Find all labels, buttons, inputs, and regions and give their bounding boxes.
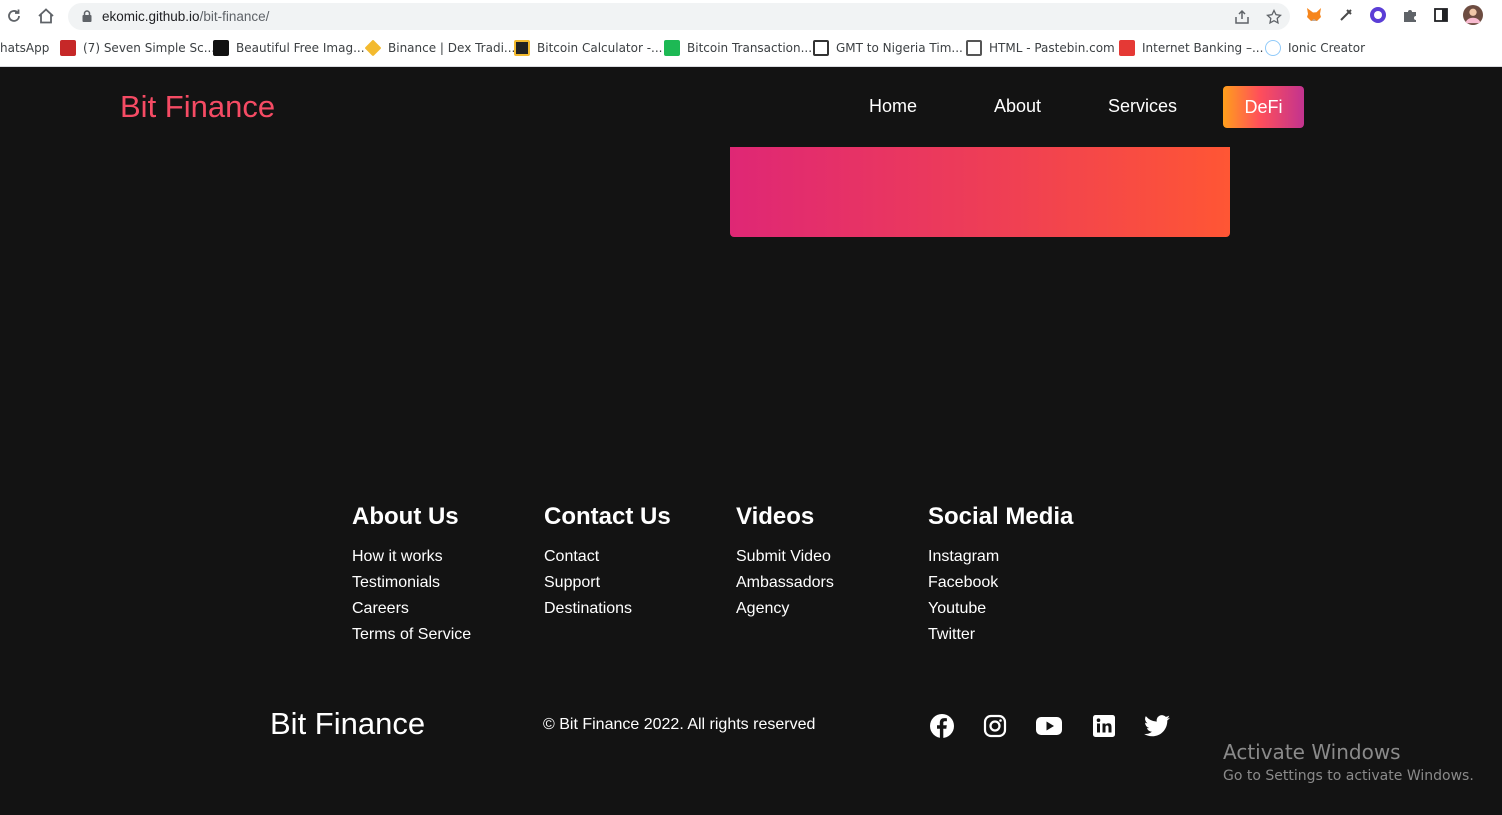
- footer-column-videos: Videos Submit Video Ambassadors Agency: [736, 503, 834, 622]
- bookmark-item[interactable]: HTML - Pastebin.com: [966, 39, 1115, 57]
- bookmark-favicon-icon: [813, 40, 829, 56]
- nav-home[interactable]: Home: [869, 96, 917, 117]
- url-text: ekomic.github.io/bit-finance/: [102, 9, 270, 24]
- footer-column-title: Social Media: [928, 503, 1074, 530]
- bookmark-favicon-icon: [514, 40, 530, 56]
- reload-icon[interactable]: [2, 4, 26, 28]
- footer-column-title: Videos: [736, 503, 815, 530]
- youtube-icon[interactable]: [1036, 713, 1062, 739]
- bookmark-item[interactable]: Internet Banking –...: [1119, 39, 1263, 57]
- footer-link[interactable]: Twitter: [928, 622, 1073, 648]
- nav-services[interactable]: Services: [1108, 96, 1177, 117]
- hero-gradient-block: [730, 147, 1230, 237]
- twitter-icon[interactable]: [1144, 713, 1170, 739]
- home-icon[interactable]: [34, 4, 58, 28]
- bookmark-favicon-icon: [364, 39, 382, 57]
- footer-column-contact: Contact Us Contact Support Destinations: [544, 503, 671, 622]
- copyright-text: © Bit Finance 2022. All rights reserved: [543, 716, 816, 733]
- footer-link[interactable]: Support: [544, 570, 671, 596]
- bookmark-item[interactable]: hatsApp: [0, 39, 49, 57]
- footer-link[interactable]: How it works: [352, 544, 471, 570]
- eyedropper-icon[interactable]: [1336, 5, 1356, 25]
- bookmark-item[interactable]: Beautiful Free Imag...: [213, 39, 365, 57]
- extension-circle-icon[interactable]: [1368, 5, 1388, 25]
- footer-link[interactable]: Destinations: [544, 596, 671, 622]
- footer-link[interactable]: Agency: [736, 596, 834, 622]
- windows-activation-watermark: Activate Windows Go to Settings to activ…: [1223, 740, 1474, 784]
- bookmark-item[interactable]: GMT to Nigeria Tim...: [813, 39, 963, 57]
- footer-link[interactable]: Contact: [544, 544, 671, 570]
- star-icon[interactable]: [1266, 9, 1282, 25]
- footer-link[interactable]: Ambassadors: [736, 570, 834, 596]
- bookmark-item[interactable]: Bitcoin Transaction...: [664, 39, 812, 57]
- site-logo[interactable]: Bit Finance: [120, 89, 275, 125]
- footer-link[interactable]: Careers: [352, 596, 471, 622]
- facebook-icon[interactable]: [929, 713, 955, 739]
- watermark-subtitle: Go to Settings to activate Windows.: [1223, 768, 1474, 784]
- watermark-title: Activate Windows: [1223, 740, 1401, 764]
- puzzle-icon[interactable]: [1400, 5, 1420, 25]
- bookmark-favicon-icon: [966, 40, 982, 56]
- bookmark-favicon-icon: [664, 40, 680, 56]
- metamask-icon[interactable]: [1304, 5, 1324, 25]
- bookmark-favicon-icon: [1119, 40, 1135, 56]
- bookmark-item[interactable]: Binance | Dex Tradi...: [364, 39, 515, 57]
- footer-link[interactable]: Facebook: [928, 570, 1073, 596]
- footer-link[interactable]: Youtube: [928, 596, 1073, 622]
- share-icon[interactable]: [1234, 9, 1250, 25]
- profile-avatar[interactable]: [1463, 5, 1483, 25]
- bookmark-favicon-icon: [1265, 40, 1281, 56]
- lock-icon: [82, 10, 92, 22]
- bookmarks-bar: hatsApp (7) Seven Simple Sc... Beautiful…: [0, 36, 1502, 60]
- instagram-icon[interactable]: [982, 713, 1008, 739]
- footer-link[interactable]: Terms of Service: [352, 622, 471, 648]
- linkedin-icon[interactable]: [1091, 713, 1117, 739]
- footer-column-title: Contact Us: [544, 503, 671, 530]
- footer-column-title: About Us: [352, 503, 459, 530]
- bookmark-favicon-icon: [213, 40, 229, 56]
- footer-column-about: About Us How it works Testimonials Caree…: [352, 503, 471, 648]
- defi-button[interactable]: DeFi: [1223, 86, 1304, 128]
- bookmark-item[interactable]: Bitcoin Calculator -...: [514, 39, 663, 57]
- browser-chrome: ekomic.github.io/bit-finance/ hatsApp (7…: [0, 0, 1502, 67]
- footer-link[interactable]: Testimonials: [352, 570, 471, 596]
- nav-about[interactable]: About: [994, 96, 1041, 117]
- bookmark-item[interactable]: Ionic Creator: [1265, 39, 1365, 57]
- footer-link[interactable]: Instagram: [928, 544, 1073, 570]
- footer-column-social: Social Media Instagram Facebook Youtube …: [928, 503, 1073, 648]
- address-bar[interactable]: ekomic.github.io/bit-finance/: [68, 3, 1290, 30]
- side-panel-icon[interactable]: [1431, 5, 1451, 25]
- footer-logo[interactable]: Bit Finance: [270, 706, 425, 742]
- footer-link[interactable]: Submit Video: [736, 544, 834, 570]
- bookmark-favicon-icon: [60, 40, 76, 56]
- bookmark-item[interactable]: (7) Seven Simple Sc...: [60, 39, 215, 57]
